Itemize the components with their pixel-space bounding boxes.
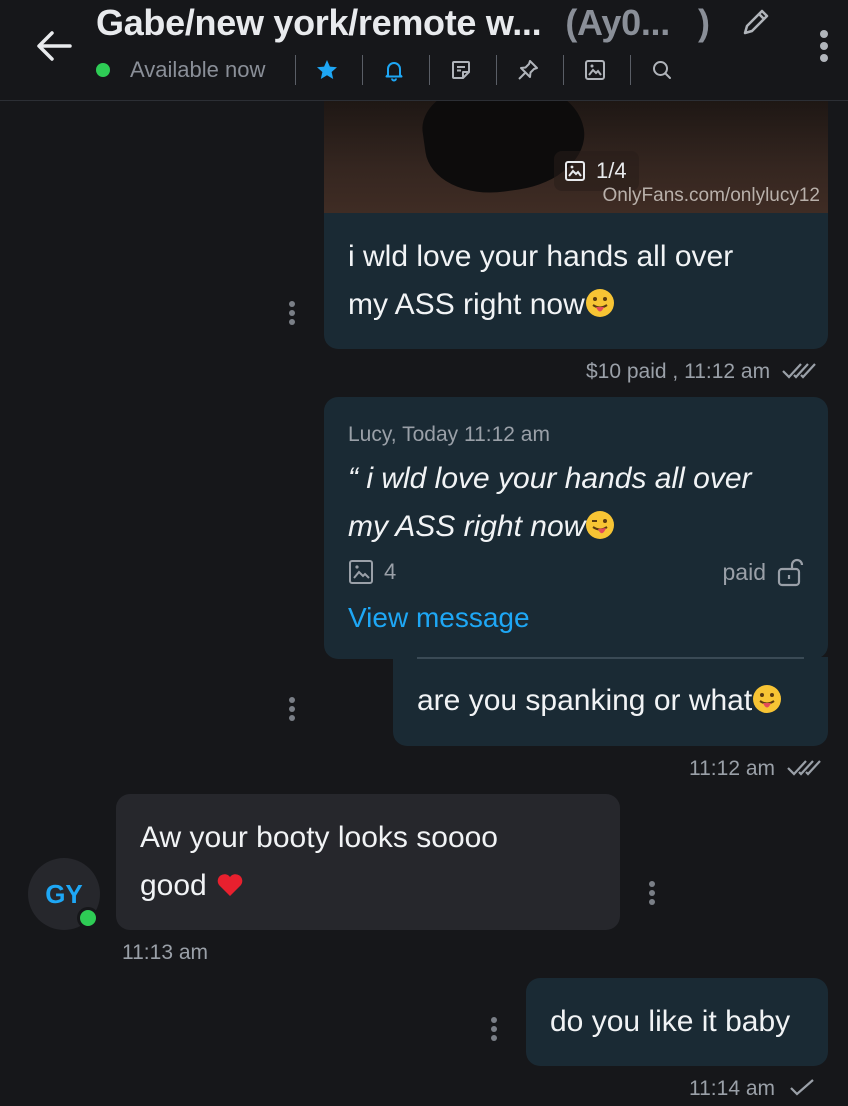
quote-author: Lucy, Today 11:12 am bbox=[348, 423, 550, 446]
divider bbox=[630, 55, 632, 85]
divider bbox=[496, 55, 498, 85]
paid-status: paid bbox=[723, 557, 804, 587]
message-text: i wld love your hands all over my ASS ri… bbox=[348, 240, 734, 321]
tongue-emoji-icon bbox=[753, 685, 782, 713]
image-icon bbox=[565, 161, 585, 181]
message-text: Aw your booty looks soooo good bbox=[140, 821, 498, 902]
image-icon bbox=[349, 560, 373, 584]
media-count: 4 bbox=[384, 559, 397, 584]
tongue-emoji-icon bbox=[585, 289, 614, 317]
quote-text: “ i wld love your hands all over my ASS … bbox=[348, 462, 752, 543]
message-text: do you like it baby bbox=[550, 1005, 791, 1038]
winking-tongue-emoji-icon bbox=[586, 511, 615, 539]
divider bbox=[429, 55, 431, 85]
more-vertical-icon bbox=[820, 30, 828, 62]
contact-handle: (Ay0...) bbox=[565, 2, 710, 43]
star-icon bbox=[317, 60, 338, 79]
message-price-time: $10 paid , 11:12 am bbox=[586, 360, 771, 383]
outgoing-reply-message[interactable]: are you spanking or what bbox=[393, 657, 828, 746]
photo-watermark: OnlyFans.com/onlylucy12 bbox=[602, 185, 820, 206]
search-icon bbox=[653, 61, 672, 79]
message-time: 11:14 am bbox=[689, 1077, 775, 1100]
message-time: 11:13 am bbox=[122, 941, 208, 964]
outgoing-message[interactable]: i wld love your hands all over my ASS ri… bbox=[324, 213, 828, 349]
pin-button[interactable] bbox=[515, 57, 541, 83]
incoming-message[interactable]: Aw your booty looks soooo good bbox=[116, 794, 620, 930]
notifications-button[interactable] bbox=[381, 57, 407, 83]
more-options-button[interactable] bbox=[812, 26, 836, 66]
notes-button[interactable] bbox=[448, 57, 474, 83]
double-check-icon bbox=[787, 760, 821, 776]
back-button[interactable] bbox=[32, 26, 76, 66]
online-status-dot bbox=[96, 63, 110, 77]
message-options-icon[interactable] bbox=[286, 300, 298, 328]
photo-counter: 1/4 bbox=[596, 158, 627, 183]
edit-pencil-icon bbox=[743, 9, 769, 35]
favorite-button[interactable] bbox=[314, 57, 340, 83]
view-message-link[interactable]: View message bbox=[348, 602, 530, 634]
edit-name-button[interactable] bbox=[740, 6, 772, 38]
message-options-icon[interactable] bbox=[488, 1016, 500, 1044]
message-options-icon[interactable] bbox=[646, 880, 658, 908]
divider bbox=[295, 55, 297, 85]
unlock-icon bbox=[777, 558, 804, 587]
outgoing-quoted-message[interactable]: Lucy, Today 11:12 am “ i wld love your h… bbox=[324, 397, 828, 659]
back-arrow-icon bbox=[37, 31, 72, 61]
search-button[interactable] bbox=[649, 57, 675, 83]
double-check-icon bbox=[782, 363, 816, 379]
pin-icon bbox=[518, 60, 539, 80]
note-icon bbox=[452, 61, 471, 79]
image-gallery-icon bbox=[585, 60, 606, 80]
message-options-icon[interactable] bbox=[286, 696, 298, 724]
quote-media-info: 4 bbox=[348, 559, 396, 585]
online-status-dot bbox=[77, 907, 99, 929]
divider bbox=[563, 55, 565, 85]
paid-label: paid bbox=[722, 558, 766, 585]
availability-status: Available now bbox=[130, 57, 266, 82]
message-text: are you spanking or what bbox=[417, 677, 782, 725]
contact-name: Gabe/new york/remote w... bbox=[96, 2, 542, 43]
message-time: 11:12 am bbox=[689, 757, 775, 780]
message-meta: 11:12 am bbox=[689, 757, 823, 781]
red-heart-emoji-icon bbox=[217, 874, 243, 896]
reply-divider bbox=[417, 657, 804, 659]
chat-header: Gabe/new york/remote w... (Ay0...) Availa… bbox=[0, 0, 848, 101]
outgoing-message[interactable]: do you like it baby bbox=[526, 978, 828, 1066]
bell-icon bbox=[385, 62, 403, 82]
check-icon bbox=[790, 1079, 814, 1096]
chat-title[interactable]: Gabe/new york/remote w... (Ay0...) bbox=[96, 2, 710, 44]
media-gallery-button[interactable] bbox=[582, 57, 608, 83]
message-photo[interactable]: 1/4 OnlyFans.com/onlylucy12 bbox=[324, 101, 828, 213]
divider bbox=[362, 55, 364, 85]
message-meta: 11:14 am bbox=[689, 1077, 819, 1101]
status-toolbar: Available now bbox=[96, 55, 697, 85]
message-meta: $10 paid , 11:12 am bbox=[586, 360, 818, 384]
